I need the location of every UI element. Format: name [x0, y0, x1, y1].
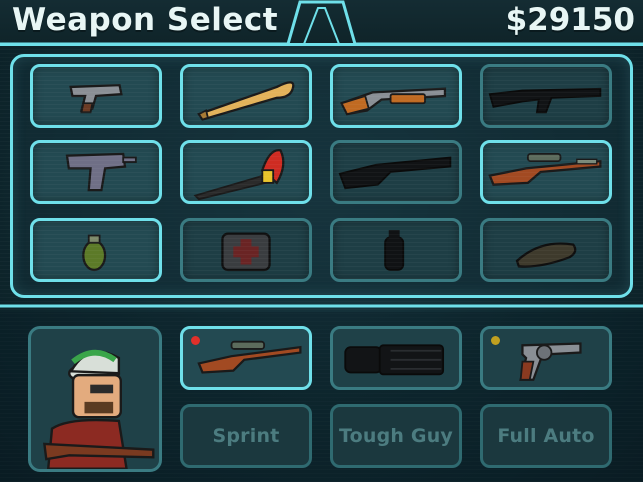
skill-tough-guy[interactable]: Tough Guy	[330, 404, 462, 468]
revolver-icon	[519, 342, 582, 381]
weapon-slot-canister[interactable]	[330, 218, 462, 282]
sniper-rifle-icon	[197, 340, 302, 374]
survivor-avatar	[43, 349, 155, 469]
sniper-rifle-icon	[488, 152, 602, 186]
weapon-slot-pistol[interactable]	[30, 64, 162, 128]
fire-axe-icon	[193, 149, 285, 201]
skill-label: Sprint	[212, 425, 280, 447]
weapon-slot-baseball-bat[interactable]	[180, 64, 312, 128]
page-title: Weapon Select	[12, 2, 279, 38]
baseball-bat-icon	[197, 81, 295, 121]
assault-rifle-icon	[488, 87, 602, 114]
cash-counter: $29150	[505, 2, 635, 38]
weapon-slot-heavy-shotgun[interactable]	[330, 140, 462, 204]
weapon-slot-fire-axe[interactable]	[180, 140, 312, 204]
medkit-icon	[221, 232, 271, 272]
equipped-slot-secondary[interactable]	[330, 326, 462, 390]
skill-label: Tough Guy	[338, 425, 454, 447]
skill-sprint[interactable]: Sprint	[180, 404, 312, 468]
equipped-slot-sidearm[interactable]	[480, 326, 612, 390]
weapon-slot-grenade[interactable]	[30, 218, 162, 282]
weapon-slot-sniper-rifle[interactable]	[480, 140, 612, 204]
equipped-slot-primary[interactable]	[180, 326, 312, 390]
panel-divider	[0, 304, 643, 308]
minigun-icon	[344, 344, 445, 376]
weapon-slot-landmine[interactable]	[480, 218, 612, 282]
weapon-slot-shotgun[interactable]	[330, 64, 462, 128]
canister-icon	[384, 230, 405, 271]
uzi-icon	[65, 152, 137, 192]
pistol-icon	[69, 83, 123, 114]
grenade-icon	[82, 234, 107, 272]
top-bar: Weapon Select $29150	[0, 0, 643, 46]
weapon-slot-uzi[interactable]	[30, 140, 162, 204]
character-portrait[interactable]	[28, 326, 162, 472]
weapon-slot-assault-rifle[interactable]	[480, 64, 612, 128]
landmine-icon	[515, 242, 577, 268]
shotgun-icon	[340, 87, 447, 116]
skill-full-auto[interactable]: Full Auto	[480, 404, 612, 468]
equipped-indicator-yellow	[491, 336, 500, 345]
equipped-indicator-red	[191, 336, 200, 345]
heavy-shotgun-icon	[338, 156, 452, 190]
skill-label: Full Auto	[497, 425, 595, 447]
weapon-slot-medkit[interactable]	[180, 218, 312, 282]
weapon-select-screen: Weapon Select $29150 Sprint Tough Guy Fu…	[0, 0, 643, 482]
